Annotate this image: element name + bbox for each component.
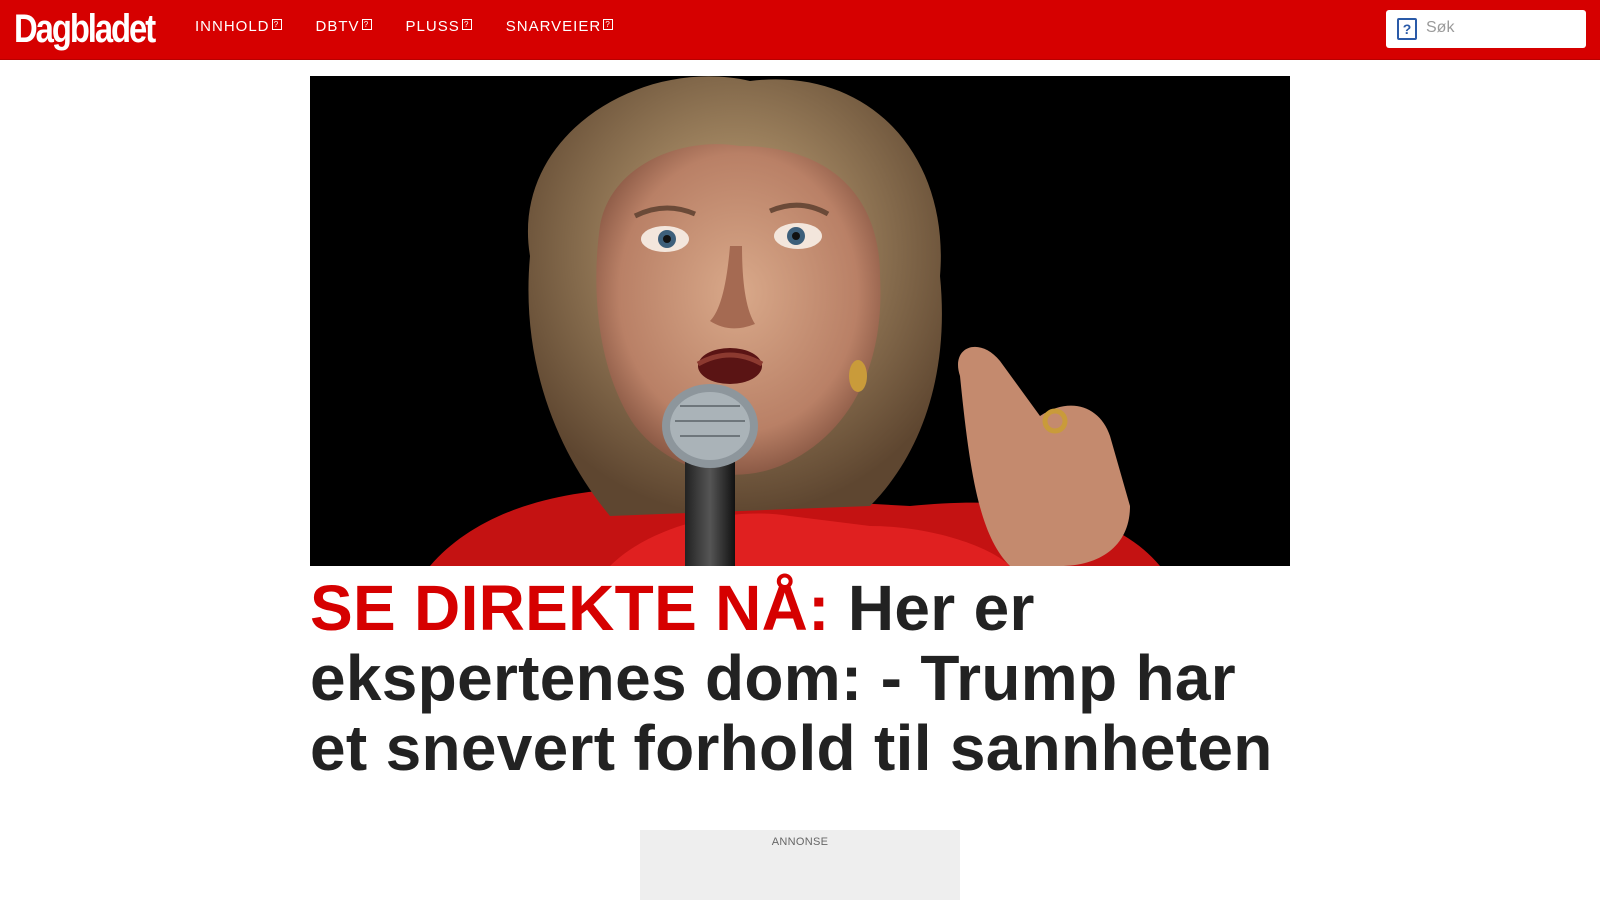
dagbladet-logo[interactable]: Dagbladet (14, 4, 156, 54)
ad-label: ANNONSE (771, 836, 829, 848)
chevron-down-icon: ? (603, 19, 614, 30)
article-headline[interactable]: SE DIREKTE NÅ: Her er ekspertenes dom: -… (310, 573, 1300, 783)
nav-item-dbtv[interactable]: DBTV ? (316, 18, 372, 35)
nav-item-label: SNARVEIER (505, 18, 602, 35)
nav-item-snarveier[interactable]: SNARVEIER ? (505, 18, 614, 35)
nav-item-pluss[interactable]: PLUSS ? (406, 18, 472, 35)
advertisement-slot: ANNONSE (640, 830, 960, 900)
main-nav: INNHOLD ? DBTV ? PLUSS ? SNARVEIER ? (195, 18, 647, 35)
live-kicker: SE DIREKTE NÅ: (310, 572, 830, 644)
nav-item-label: INNHOLD (195, 18, 270, 35)
chevron-down-icon: ? (271, 19, 282, 30)
search-input[interactable] (1422, 14, 1586, 42)
nav-item-innhold[interactable]: INNHOLD ? (195, 18, 282, 35)
search-box[interactable]: ? (1386, 10, 1586, 48)
hero-photo[interactable] (310, 76, 1290, 566)
nav-item-label: DBTV (315, 18, 360, 35)
top-navigation-bar: Dagbladet INNHOLD ? DBTV ? PLUSS ? SNARV… (0, 0, 1600, 60)
search-icon[interactable]: ? (1397, 18, 1417, 40)
nav-item-label: PLUSS (405, 18, 460, 35)
hero-photo-illustration (310, 76, 1290, 566)
chevron-down-icon: ? (461, 19, 472, 30)
chevron-down-icon: ? (361, 19, 372, 30)
